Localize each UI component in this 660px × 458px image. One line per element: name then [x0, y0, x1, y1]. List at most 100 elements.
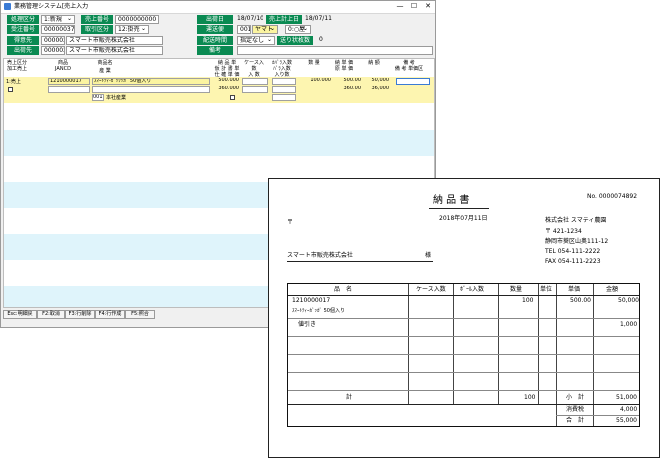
row-nohin1[interactable]: 500.00	[334, 78, 362, 85]
unsobin-select[interactable]: ヤマト	[252, 25, 278, 34]
col-biko: 備 考 備 考 単価区	[394, 60, 424, 72]
shukkasaki-code-field[interactable]: 000002	[41, 46, 65, 55]
unsobin-code-field[interactable]: 001	[237, 25, 251, 34]
row-jan-field[interactable]	[48, 86, 90, 93]
col-qty: 数量	[510, 286, 523, 293]
note-number: No. 0000074892	[587, 193, 638, 200]
col-price: 単価	[568, 286, 581, 293]
vline-4	[538, 284, 539, 404]
grand-total-label: 合 計	[566, 417, 585, 424]
row-kin1[interactable]: 50,000	[364, 78, 390, 85]
grid-row-1[interactable]: 1:売上 1210000017 ｽﾏｰﾄﾃｨ-ｶﾞｯｸｯｶﾞ 50個入り 500…	[4, 77, 434, 103]
row-kubun[interactable]: 1:売上	[6, 78, 21, 86]
maximize-button[interactable]: ☐	[407, 1, 421, 12]
label-shori: 処理区分	[7, 15, 39, 24]
hline-header	[288, 295, 639, 296]
title-bar: 業務管理システム[売上入力 — ☐ ✕	[1, 1, 435, 14]
label-uriage-no: 売上番号	[81, 15, 113, 24]
grid-row-3[interactable]	[4, 130, 434, 156]
row-bara-field[interactable]	[272, 78, 296, 85]
col-amount: 金額	[606, 286, 619, 293]
fkey-f3[interactable]: F3:行削除	[65, 310, 95, 319]
row-biko-field[interactable]	[396, 78, 430, 85]
row-tanka1[interactable]: 500.000	[214, 78, 240, 85]
note-company: 株式会社 スマティ農園	[545, 217, 607, 224]
shori-select[interactable]: 1:新規	[41, 15, 75, 24]
okurijo-value[interactable]: 0	[319, 36, 323, 44]
tax-label: 消費税	[566, 406, 585, 413]
grid-header: 売上区分 加工売上 商品 JANCD 商品名 産 業 納 品 単 仮 計 書 単…	[4, 59, 434, 78]
col-tanka: 納 品 単 仮 計 書 単 仕 確 単 価	[214, 60, 240, 78]
note-table: 品 名 ケース入数 ﾎﾞｰﾙ入数 数量 単位 単価 金額 1210000017 …	[287, 283, 640, 427]
item-code: 1210000017	[292, 297, 331, 304]
unsobin-extra-select[interactable]: 0:○屋	[285, 25, 311, 34]
subtotal-label: 小 計	[566, 394, 585, 401]
shukkabi-field[interactable]: 18/07/10	[235, 15, 263, 24]
fkey-f2[interactable]: F2:取消	[37, 310, 65, 319]
fkey-f4[interactable]: F4:行作成	[95, 310, 125, 319]
row-kin2[interactable]: 36,000	[364, 86, 390, 93]
col-bara: ｶﾊﾞﾗ入数 ﾊﾞﾗ入数 入り数	[271, 60, 292, 78]
col-sangyo: 産 業	[99, 68, 111, 74]
grid-row-2[interactable]	[4, 104, 434, 130]
shukkasaki-name-field[interactable]: スマート市販売株式会社	[66, 46, 163, 55]
customer-underline	[287, 261, 433, 262]
label-biko: 備考	[197, 46, 233, 55]
label-unsobin: 運送便	[197, 25, 233, 34]
row-code-field[interactable]: 1210000017	[48, 78, 90, 85]
row-sangyo-code[interactable]: 001	[92, 94, 104, 101]
row-bara3-field[interactable]	[272, 94, 296, 101]
row-case2-field[interactable]	[242, 86, 268, 93]
row-checkbox[interactable]	[8, 87, 13, 92]
label-torihiki: 取引区分	[81, 25, 113, 34]
note-date: 2018年07月11日	[439, 215, 488, 222]
row-nohin2[interactable]: 360.00	[334, 86, 362, 93]
col-unit: 単位	[540, 286, 553, 293]
row-checkbox-2[interactable]	[230, 95, 235, 100]
fkey-esc[interactable]: Esc:明細戻	[3, 310, 37, 319]
label-haiso: 配送時間	[197, 36, 233, 45]
delivery-note-sheet: 納 品 書 No. 0000074892 〒 2018年07月11日 株式会社 …	[268, 178, 660, 458]
hline-total	[288, 404, 639, 405]
discount-amount: 1,000	[620, 321, 638, 328]
row-bara2-field[interactable]	[272, 86, 296, 93]
label-shukkabi: 出荷日	[197, 15, 233, 24]
window-title: 業務管理システム[売上入力	[14, 3, 89, 10]
total-qty: 100	[524, 394, 536, 401]
item-qty: 100	[522, 297, 534, 304]
vline-2	[453, 284, 454, 404]
total-label: 計	[346, 394, 353, 401]
row-name-field[interactable]: ｽﾏｰﾄﾃｨ-ｶﾞｯｸｯｶﾞ 50個入り	[92, 78, 210, 85]
note-fax: FAX 054-111-2223	[545, 258, 601, 265]
row-qty[interactable]: 100.000	[298, 78, 332, 85]
fkey-f5[interactable]: F5:照合	[125, 310, 155, 319]
tokuisaki-code-field[interactable]: 000002	[41, 36, 65, 45]
label-tokuisaki: 得意先	[7, 36, 39, 45]
col-qty: 数 量	[308, 60, 320, 66]
col-kin: 納 額	[368, 60, 380, 66]
tokuisaki-name-field[interactable]: スマート市販売株式会社	[66, 36, 163, 45]
row-name2-field[interactable]	[92, 86, 210, 93]
haiso-select[interactable]: 指定なし	[237, 36, 275, 45]
hline-2	[288, 336, 639, 337]
row-case-field[interactable]	[242, 78, 268, 85]
col-kubun: 売上区分 加工売上	[6, 60, 27, 72]
vline-3	[498, 284, 499, 404]
keijobi-field[interactable]: 18/07/11	[303, 15, 333, 24]
subtotal-value: 51,000	[616, 394, 637, 401]
note-tel: TEL 054-111-2222	[545, 248, 601, 255]
label-shukkasaki: 出荷先	[7, 46, 39, 55]
col-name: 商品名	[97, 60, 113, 66]
title-underline	[429, 208, 489, 209]
row-tanka2[interactable]: 360.000	[214, 86, 240, 93]
label-okurijo: 送り状枚数	[277, 36, 313, 45]
biko-field[interactable]	[237, 46, 433, 55]
note-address: 静岡市葵区山奥111-12	[545, 238, 609, 245]
close-button[interactable]: ✕	[421, 1, 435, 12]
minimize-button[interactable]: —	[393, 1, 407, 12]
torihiki-select[interactable]: 12:掛売	[115, 25, 149, 34]
note-customer: スマート市販売株式会社	[287, 252, 353, 259]
juchu-no-field[interactable]: 0000003727	[41, 25, 75, 34]
uriage-no-field[interactable]: 0000000000	[115, 15, 159, 24]
col-case: ケース入数 入 数	[244, 60, 264, 78]
